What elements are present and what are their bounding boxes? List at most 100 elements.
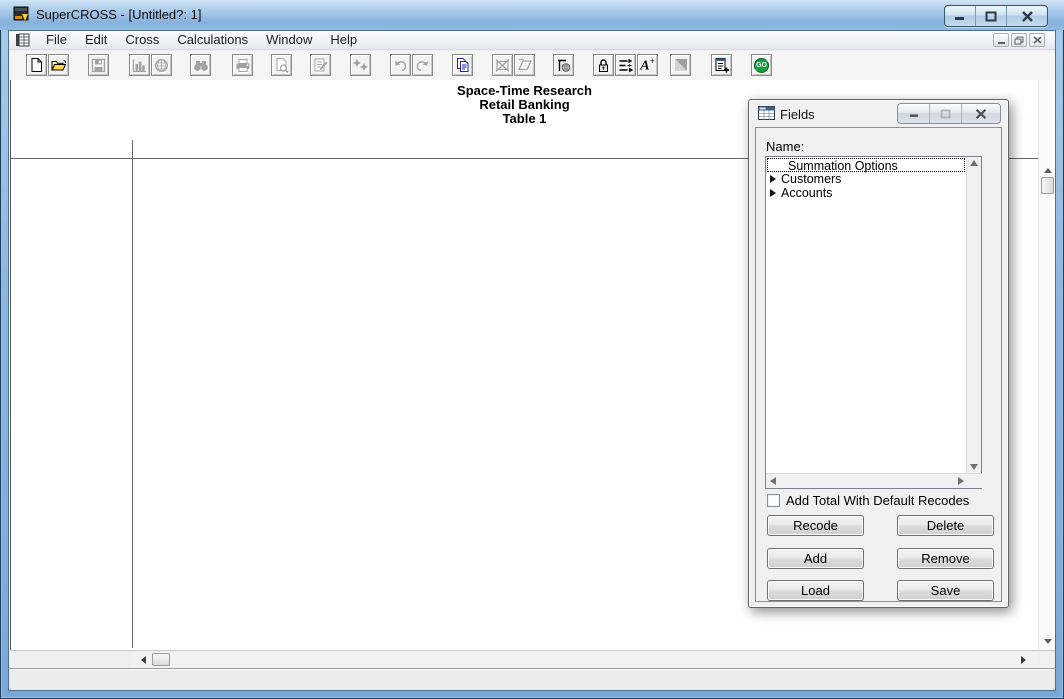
undo-button[interactable] (390, 54, 411, 76)
delete-button[interactable]: Delete (897, 515, 994, 536)
application-window: SuperCROSS - [Untitled?: 1] (0, 0, 1064, 699)
edit-annotations-icon (313, 57, 328, 73)
menu-item-edit[interactable]: Edit (76, 31, 116, 49)
list-scroll-left-icon[interactable] (770, 477, 776, 485)
scroll-down-button[interactable] (1039, 635, 1056, 648)
close-button[interactable] (1007, 6, 1047, 26)
mdi-minimize-button[interactable] (993, 33, 1009, 47)
scroll-right-button[interactable] (1017, 651, 1030, 668)
document-system-icon[interactable] (15, 33, 30, 47)
shading-button[interactable] (670, 54, 691, 76)
maximize-icon (985, 11, 997, 22)
go-button[interactable]: GO (751, 54, 772, 76)
toolbar-group-layout (492, 54, 535, 76)
list-item-summation-options[interactable]: Summation Options (767, 158, 965, 172)
minimize-button[interactable] (945, 6, 976, 26)
horizontal-scrollbar[interactable] (131, 650, 1038, 668)
menu-item-cross[interactable]: Cross (116, 31, 168, 49)
list-horizontal-scrollbar[interactable] (766, 473, 982, 488)
clear-table-button[interactable] (492, 54, 513, 76)
menu-item-help[interactable]: Help (321, 31, 366, 49)
add-button[interactable]: Add (767, 548, 864, 569)
scroll-left-button[interactable] (137, 651, 150, 668)
fields-maximize-button[interactable] (930, 104, 962, 123)
mdi-minimize-icon (997, 36, 1006, 44)
maximize-button[interactable] (976, 6, 1007, 26)
fields-close-button[interactable] (962, 104, 1000, 123)
bar-graph-icon (132, 58, 147, 73)
toolbar-group-undo (390, 54, 433, 76)
derivations-button[interactable] (350, 54, 371, 76)
print-button[interactable] (232, 54, 253, 76)
zero-suppression-icon (556, 58, 572, 73)
fields-dialog-icon (758, 106, 775, 120)
list-scroll-up-icon[interactable] (970, 160, 978, 166)
mdi-restore-button[interactable] (1011, 33, 1027, 47)
close-icon (1021, 11, 1034, 22)
menu-item-file[interactable]: File (37, 31, 76, 49)
zero-suppression-button[interactable] (553, 54, 574, 76)
new-derivation-button[interactable] (711, 54, 732, 76)
menu-item-calculations[interactable]: Calculations (168, 31, 257, 49)
toolbar-group-save (88, 54, 109, 76)
new-derivation-icon (714, 57, 730, 73)
open-button[interactable] (48, 54, 69, 76)
toolbar-group-format: A+ (593, 54, 658, 76)
recode-button[interactable]: Recode (767, 515, 864, 536)
scrollbar-corner (1038, 650, 1055, 668)
bar-graph-button[interactable] (129, 54, 150, 76)
save-button[interactable] (88, 54, 109, 76)
fields-listbox[interactable]: Summation Options Customers Accounts (765, 156, 982, 489)
redo-button[interactable] (412, 54, 433, 76)
horizontal-scrollbar-thumb[interactable] (152, 653, 170, 666)
vertical-scrollbar-thumb[interactable] (1041, 177, 1054, 194)
derivations-icon (353, 58, 369, 73)
font-size-button[interactable]: A+ (637, 54, 658, 76)
vertical-scrollbar[interactable] (1038, 80, 1055, 650)
edit-annotations-button[interactable] (310, 54, 331, 76)
field-summary-button[interactable] (615, 54, 636, 76)
pie-map-icon (154, 58, 169, 73)
mdi-close-icon (1033, 36, 1042, 44)
print-preview-icon (274, 57, 289, 73)
scroll-up-button[interactable] (1039, 164, 1056, 177)
toolbar-group-file (26, 54, 69, 76)
fields-minimize-button[interactable] (898, 104, 930, 123)
toolbar-group-new-derivation (711, 54, 732, 76)
toolbar-group-suppression (553, 54, 574, 76)
list-vertical-scrollbar[interactable] (966, 157, 981, 473)
lock-icon (597, 58, 610, 73)
find-button[interactable] (190, 54, 211, 76)
fields-maximize-icon (940, 109, 951, 119)
go-label: GO (752, 55, 771, 75)
toolbar-group-graph (129, 54, 172, 76)
save-button[interactable]: Save (897, 580, 994, 601)
fields-dialog-titlebar[interactable]: Fields (749, 100, 1008, 127)
menu-item-window[interactable]: Window (257, 31, 321, 49)
mdi-close-button[interactable] (1029, 33, 1045, 47)
add-total-checkbox-label: Add Total With Default Recodes (786, 493, 969, 508)
list-item-accounts[interactable]: Accounts (767, 186, 965, 200)
shading-icon (674, 58, 688, 72)
find-icon (193, 58, 209, 73)
rotate-table-icon (517, 58, 533, 72)
list-item-customers[interactable]: Customers (767, 172, 965, 186)
list-scroll-right-icon[interactable] (958, 477, 964, 485)
list-scroll-down-icon[interactable] (970, 464, 978, 470)
window-caption-buttons (944, 5, 1048, 27)
rotate-table-button[interactable] (514, 54, 535, 76)
toolbar-group-print (232, 54, 253, 76)
pie-map-button[interactable] (151, 54, 172, 76)
new-table-button[interactable] (26, 54, 47, 76)
fields-dialog-caption-buttons (897, 103, 1001, 124)
load-button[interactable]: Load (767, 580, 864, 601)
mdi-restore-icon (1014, 36, 1024, 45)
expand-arrow-icon[interactable] (770, 175, 776, 183)
print-preview-button[interactable] (271, 54, 292, 76)
lock-button[interactable] (593, 54, 614, 76)
remove-button[interactable]: Remove (897, 548, 994, 569)
copy-button[interactable] (452, 54, 473, 76)
fields-close-icon (975, 109, 987, 119)
expand-arrow-icon[interactable] (770, 189, 776, 197)
add-total-checkbox[interactable] (767, 494, 780, 507)
